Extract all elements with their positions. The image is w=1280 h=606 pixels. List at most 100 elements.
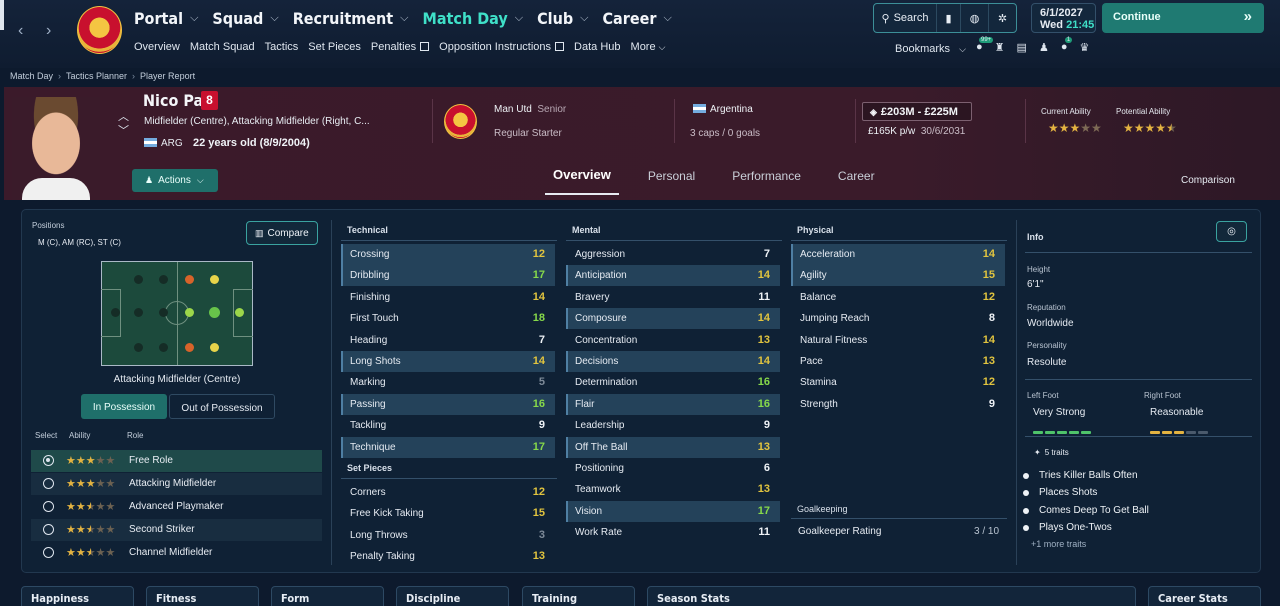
search-button[interactable]: ⚲ Search (874, 4, 937, 32)
attribute-row[interactable]: Off The Ball 13 (566, 436, 780, 458)
clipboard-icon[interactable]: ▤ (1017, 41, 1027, 54)
trophy-icon[interactable]: ♛ (1079, 41, 1089, 54)
planet-button[interactable]: ◍ (961, 4, 989, 32)
role-radio[interactable] (43, 501, 54, 512)
submenu-data-hub[interactable]: Data Hub (574, 41, 620, 53)
submenu-more[interactable]: More ⌵ (631, 41, 666, 53)
out-of-possession-toggle[interactable]: Out of Possession (169, 394, 275, 419)
attribute-row[interactable]: Jumping Reach 8 (791, 308, 1005, 329)
info-options-button[interactable]: ◎ (1216, 221, 1247, 242)
attribute-row[interactable]: Concentration 13 (566, 330, 780, 351)
comparison-link[interactable]: Comparison (1181, 175, 1235, 186)
tab-career-stats[interactable]: Career Stats (1148, 586, 1261, 606)
attribute-row[interactable]: Passing 16 (341, 393, 555, 415)
breadcrumb-tactics-planner[interactable]: Tactics Planner (66, 71, 127, 81)
attribute-row[interactable]: Balance 12 (791, 287, 1005, 308)
role-row[interactable]: ★★★★★ Channel Midfielder (31, 542, 322, 564)
role-row[interactable]: ★★★★★ Advanced Playmaker (31, 496, 322, 518)
attribute-row[interactable]: Work Rate 11 (566, 522, 780, 543)
menu-squad[interactable]: Squad ⌵ (212, 6, 278, 30)
attribute-row[interactable]: Finishing 14 (341, 287, 555, 308)
menu-recruitment[interactable]: Recruitment ⌵ (293, 6, 409, 30)
breadcrumb-match-day[interactable]: Match Day (10, 71, 53, 81)
attribute-row[interactable]: Flair 16 (566, 393, 780, 415)
submenu-tactics[interactable]: Tactics (265, 41, 299, 53)
attribute-row[interactable]: Penalty Taking 13 (341, 546, 555, 567)
submenu-match-squad[interactable]: Match Squad (190, 41, 255, 53)
menu-club[interactable]: Club ⌵ (537, 6, 588, 30)
attribute-row[interactable]: Long Shots 14 (341, 351, 555, 372)
country-info[interactable]: Argentina (693, 104, 753, 115)
attribute-row[interactable]: Pace 13 (791, 351, 1005, 372)
attribute-row[interactable]: Marking 5 (341, 372, 555, 393)
tab-fitness[interactable]: Fitness (146, 586, 259, 606)
attribute-row[interactable]: Stamina 12 (791, 372, 1005, 393)
staff-icon[interactable]: ♟ (1039, 41, 1049, 54)
menu-portal[interactable]: Portal ⌵ (134, 6, 198, 30)
attribute-row[interactable]: Decisions 14 (566, 351, 780, 372)
attribute-row[interactable]: Long Throws 3 (341, 525, 555, 546)
attribute-row[interactable]: Aggression 7 (566, 244, 780, 265)
tab-performance[interactable]: Performance (724, 165, 809, 195)
settings-button[interactable]: ✲ (989, 4, 1016, 32)
attribute-row[interactable]: Technique 17 (341, 436, 555, 458)
attribute-row[interactable]: Composure 14 (566, 308, 780, 330)
person-icon[interactable]: ● 1 (1061, 37, 1073, 54)
in-possession-toggle[interactable]: In Possession (81, 394, 167, 419)
attribute-row[interactable]: Anticipation 14 (566, 265, 780, 287)
attribute-row[interactable]: Bravery 11 (566, 287, 780, 308)
tab-career[interactable]: Career (830, 165, 883, 195)
attribute-row[interactable]: Tackling 9 (341, 415, 555, 436)
attribute-row[interactable]: Dribbling 17 (341, 265, 555, 287)
submenu-penalties[interactable]: Penalties (371, 41, 430, 53)
tab-discipline[interactable]: Discipline (396, 586, 509, 606)
inbox-button[interactable]: ▮ (937, 4, 961, 32)
position-pitch[interactable] (101, 261, 253, 366)
role-radio[interactable] (43, 478, 54, 489)
club-name[interactable]: Man Utd (494, 104, 532, 115)
menu-career[interactable]: Career ⌵ (602, 6, 671, 30)
role-radio[interactable] (43, 547, 54, 558)
attribute-row[interactable]: Corners 12 (341, 482, 555, 503)
game-date[interactable]: 6/1/2027 Wed 21:45 (1031, 3, 1096, 33)
attribute-row[interactable]: Crossing 12 (341, 244, 555, 265)
attribute-row[interactable]: Free Kick Taking 15 (341, 503, 555, 524)
tab-season-stats[interactable]: Season Stats (647, 586, 1136, 606)
role-row[interactable]: ★★★★★ Second Striker (31, 519, 322, 541)
chat-icon[interactable]: ● 99+ (976, 37, 994, 54)
attribute-row[interactable]: Positioning 6 (566, 458, 780, 479)
attribute-row[interactable]: Natural Fitness 14 (791, 330, 1005, 351)
tab-form[interactable]: Form (271, 586, 384, 606)
submenu-set-pieces[interactable]: Set Pieces (308, 41, 361, 53)
actions-button[interactable]: ♟ Actions ⌵ (132, 169, 218, 192)
role-row[interactable]: ★★★★★ Attacking Midfielder (31, 473, 322, 495)
submenu-overview[interactable]: Overview (134, 41, 180, 53)
shirt-icon[interactable]: ♜ (995, 41, 1005, 54)
tab-happiness[interactable]: Happiness (21, 586, 134, 606)
role-radio[interactable] (43, 524, 54, 535)
attribute-row[interactable]: First Touch 18 (341, 308, 555, 329)
compare-button[interactable]: ▥ Compare (246, 221, 318, 245)
back-arrow-icon[interactable]: ‹ (18, 22, 23, 40)
tab-overview[interactable]: Overview (545, 165, 619, 195)
club-badge-icon[interactable] (444, 104, 477, 139)
continue-button[interactable]: Continue » (1102, 3, 1264, 33)
more-traits-link[interactable]: +1 more traits (1031, 539, 1086, 547)
role-row[interactable]: ★★★★★ Free Role (31, 450, 322, 472)
club-crest-icon[interactable] (77, 6, 122, 54)
menu-match-day[interactable]: Match Day ⌵ (422, 6, 523, 30)
attribute-row[interactable]: Vision 17 (566, 500, 780, 522)
attribute-row[interactable]: Strength 9 (791, 394, 1005, 415)
attribute-row[interactable]: Acceleration 14 (791, 244, 1005, 265)
forward-arrow-icon[interactable]: › (46, 22, 51, 40)
attribute-row[interactable]: Determination 16 (566, 372, 780, 393)
attribute-row[interactable]: Heading 7 (341, 330, 555, 351)
bookmarks-dropdown[interactable]: Bookmarks ⌵ (895, 43, 966, 55)
tab-training[interactable]: Training (522, 586, 635, 606)
attribute-row[interactable]: Agility 15 (791, 265, 1005, 287)
attribute-row[interactable]: Leadership 9 (566, 415, 780, 436)
next-player-icon[interactable]: ﹀ (118, 122, 129, 138)
attribute-row[interactable]: Teamwork 13 (566, 479, 780, 500)
submenu-opposition-instructions[interactable]: Opposition Instructions (439, 41, 565, 53)
role-radio[interactable] (43, 455, 54, 466)
